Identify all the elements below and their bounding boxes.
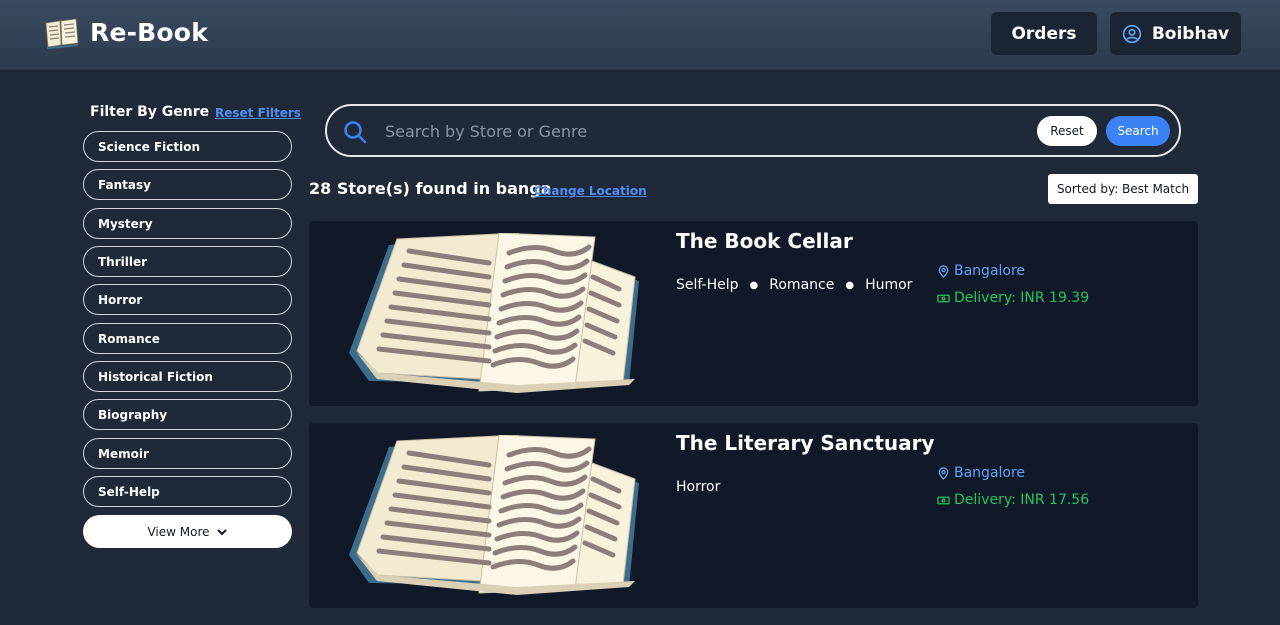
separator-dot: ● — [749, 279, 759, 291]
change-location-link[interactable]: Change Location — [534, 184, 647, 198]
money-icon — [937, 294, 950, 302]
search-bar: Reset Search — [325, 104, 1181, 157]
genre-filter-thriller[interactable]: Thriller — [83, 246, 292, 277]
store-location: Bangalore — [937, 263, 1025, 279]
genre-filter-biography[interactable]: Biography — [83, 399, 292, 430]
store-delivery: Delivery: INR 19.39 — [937, 290, 1089, 306]
filter-by-genre-title: Filter By Genre — [90, 104, 210, 120]
brand-name[interactable]: Re-Book — [90, 18, 208, 47]
genre-filter-romance[interactable]: Romance — [83, 323, 292, 354]
genre-label: Thriller — [98, 254, 148, 269]
store-location: Bangalore — [937, 465, 1025, 481]
genre-filter-mystery[interactable]: Mystery — [83, 208, 292, 239]
genre-label: Biography — [98, 407, 168, 422]
user-name: Boibhav — [1151, 23, 1230, 44]
user-circle-icon — [1122, 24, 1142, 43]
store-delivery-text: Delivery: INR 17.56 — [954, 492, 1090, 508]
sort-dropdown[interactable]: Sorted by: Best Match — [1048, 174, 1198, 204]
book-logo-icon[interactable] — [44, 17, 80, 49]
genre-label: Romance — [98, 331, 160, 346]
genre-filter-science-fiction[interactable]: Science Fiction — [83, 131, 292, 162]
search-label: Search — [1117, 124, 1159, 138]
store-location-text: Bangalore — [954, 465, 1026, 481]
orders-button[interactable]: Orders — [991, 12, 1097, 55]
genre-filter-fantasy[interactable]: Fantasy — [83, 169, 292, 200]
store-card[interactable]: The Literary Sanctuary Horror Bangalore … — [309, 423, 1198, 608]
genre-label: Memoir — [98, 446, 149, 461]
genre-label: Historical Fiction — [98, 369, 213, 384]
map-pin-icon — [938, 466, 949, 480]
genre-filter-historical-fiction[interactable]: Historical Fiction — [83, 361, 292, 392]
store-genres: Self-Help ● Romance ● Humor — [676, 277, 912, 293]
genre-filter-horror[interactable]: Horror — [83, 284, 292, 315]
genre-label: Science Fiction — [98, 139, 201, 154]
reset-filters-link[interactable]: Reset Filters — [215, 106, 301, 120]
store-genres: Horror — [676, 479, 720, 495]
store-genre-tag: Humor — [865, 277, 913, 293]
open-book-image — [349, 435, 639, 595]
store-genre-tag: Romance — [769, 277, 835, 293]
store-name[interactable]: The Literary Sanctuary — [676, 431, 935, 455]
genre-label: Horror — [98, 292, 143, 307]
view-more-button[interactable]: View More — [83, 515, 292, 548]
separator-dot: ● — [845, 279, 855, 291]
genre-label: Self-Help — [98, 484, 160, 499]
genre-filter-memoir[interactable]: Memoir — [83, 438, 292, 469]
search-icon — [344, 121, 367, 144]
view-more-label: View More — [147, 524, 210, 539]
money-icon — [937, 496, 950, 504]
store-name[interactable]: The Book Cellar — [676, 229, 853, 253]
store-genre-tag: Horror — [676, 479, 721, 495]
open-book-image — [349, 233, 639, 393]
store-location-text: Bangalore — [954, 263, 1026, 279]
genre-label: Mystery — [98, 216, 153, 231]
store-card[interactable]: The Book Cellar Self-Help ● Romance ● Hu… — [309, 221, 1198, 406]
search-button[interactable]: Search — [1106, 116, 1170, 146]
store-delivery: Delivery: INR 17.56 — [937, 492, 1089, 508]
orders-button-label: Orders — [1011, 23, 1077, 44]
reset-label: Reset — [1050, 124, 1084, 138]
store-genre-tag: Self-Help — [676, 277, 739, 293]
sort-label: Sorted by: Best Match — [1056, 182, 1190, 196]
chevron-down-icon — [216, 528, 227, 535]
user-profile-button[interactable]: Boibhav — [1110, 12, 1241, 55]
search-input[interactable] — [385, 118, 1005, 144]
map-pin-icon — [938, 264, 949, 278]
results-count: 28 Store(s) found in banga — [309, 179, 552, 198]
genre-filter-self-help[interactable]: Self-Help — [83, 476, 292, 507]
genre-label: Fantasy — [98, 177, 151, 192]
top-navbar: Re-Book Orders Boibhav — [0, 0, 1280, 71]
store-delivery-text: Delivery: INR 19.39 — [954, 290, 1090, 306]
search-reset-button[interactable]: Reset — [1037, 116, 1097, 146]
